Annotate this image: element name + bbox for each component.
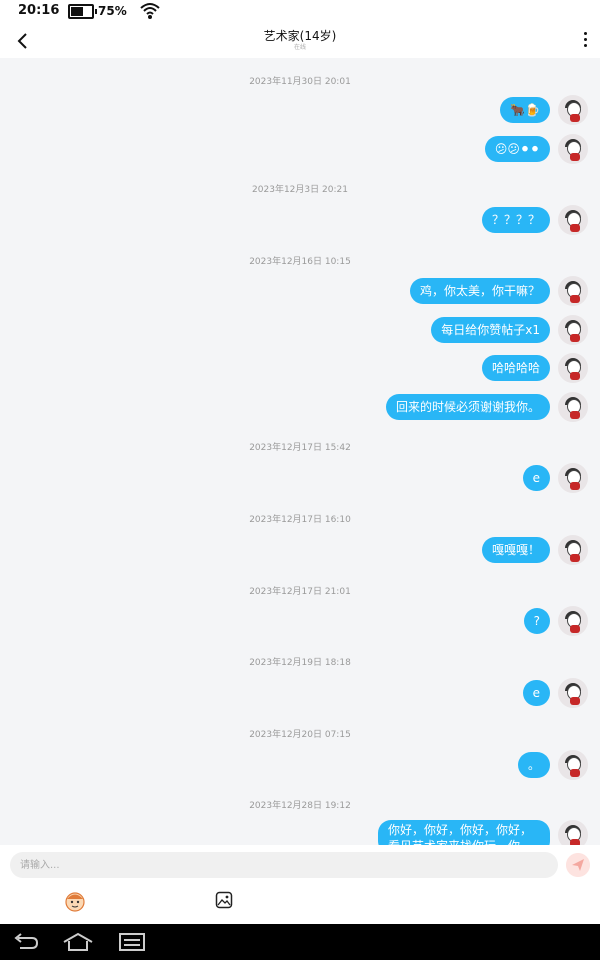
avatar[interactable] (558, 606, 588, 636)
avatar[interactable] (558, 678, 588, 708)
message-bubble[interactable]: e (522, 465, 550, 491)
timestamp: 2023年12月28日 19:12 (249, 801, 351, 811)
message-row: e (288, 678, 588, 708)
status-time: 20:16 (18, 3, 60, 18)
message-row: 每日给你赞帖子x1 (288, 315, 588, 345)
composer (0, 845, 600, 924)
wifi-icon (140, 3, 160, 19)
avatar[interactable] (558, 535, 588, 565)
message-input[interactable] (10, 852, 558, 878)
timestamp: 2023年12月20日 07:15 (249, 730, 351, 740)
message-row: ？？？？ (288, 205, 588, 235)
timestamp: 2023年12月17日 16:10 (249, 515, 351, 525)
message-list[interactable]: 2023年11月30日 20:01 🐂🍺 😕😕⚫⚫ 2023年12月3日 20:21 ？… (0, 58, 600, 845)
message-bubble[interactable]: 回来的时候必须谢谢我你。 (385, 394, 550, 420)
recents-icon[interactable] (118, 932, 146, 952)
emoji-face-icon[interactable] (64, 890, 86, 912)
more-options-icon[interactable] (582, 32, 588, 50)
avatar[interactable] (558, 95, 588, 125)
avatar[interactable] (558, 205, 588, 235)
send-icon[interactable] (566, 853, 590, 877)
message-row: 😕😕⚫⚫ (288, 134, 588, 164)
avatar[interactable] (558, 353, 588, 383)
message-bubble[interactable]: 嘎嘎嘎！ (481, 537, 550, 563)
status-bar: 20:16 75% (0, 0, 600, 24)
message-row: 。 (288, 750, 588, 780)
avatar[interactable] (558, 463, 588, 493)
message-bubble[interactable]: 😕😕⚫⚫ (484, 136, 550, 162)
image-icon[interactable] (215, 891, 233, 909)
avatar[interactable] (558, 276, 588, 306)
message-row: 嘎嘎嘎！ (288, 535, 588, 565)
message-bubble[interactable]: ？？？？ (481, 207, 550, 233)
timestamp: 2023年12月17日 21:01 (249, 587, 351, 597)
message-bubble[interactable]: 鸡，你太美，你干嘛？ (409, 278, 550, 304)
battery-icon (68, 4, 97, 19)
message-row: 你好，你好，你好，你好，看见艺术家来找你玩，你好，你 (288, 820, 588, 845)
battery-percent: 75% (98, 4, 127, 18)
home-icon[interactable] (62, 932, 94, 952)
message-bubble[interactable]: 。 (517, 752, 550, 778)
message-row: 鸡，你太美，你干嘛？ (288, 276, 588, 306)
timestamp: 2023年12月17日 15:42 (249, 443, 351, 453)
message-bubble[interactable]: ? (523, 608, 550, 634)
timestamp: 2023年12月3日 20:21 (252, 185, 348, 195)
message-bubble[interactable]: 🐂🍺 (500, 97, 550, 123)
avatar[interactable] (558, 750, 588, 780)
message-bubble[interactable]: e (522, 680, 550, 706)
system-nav-bar (0, 924, 600, 960)
message-row: e (288, 463, 588, 493)
avatar[interactable] (558, 392, 588, 422)
chat-subtitle: 在线 (293, 44, 306, 51)
chat-header: 艺术家(14岁) 在线 (0, 24, 600, 58)
timestamp: 2023年11月30日 20:01 (249, 77, 351, 87)
message-bubble[interactable]: 每日给你赞帖子x1 (431, 317, 550, 343)
message-row: ? (288, 606, 588, 636)
avatar[interactable] (558, 134, 588, 164)
message-row: 🐂🍺 (288, 95, 588, 125)
message-bubble[interactable]: 哈哈哈哈 (481, 355, 550, 381)
avatar[interactable] (558, 315, 588, 345)
back-icon[interactable] (12, 932, 40, 952)
message-row: 哈哈哈哈 (288, 353, 588, 383)
avatar[interactable] (558, 820, 588, 845)
timestamp: 2023年12月19日 18:18 (249, 658, 351, 668)
message-row: 回来的时候必须谢谢我你。 (288, 392, 588, 422)
message-bubble[interactable]: 你好，你好，你好，你好，看见艺术家来找你玩，你好，你 (378, 820, 550, 845)
timestamp: 2023年12月16日 10:15 (249, 257, 351, 267)
